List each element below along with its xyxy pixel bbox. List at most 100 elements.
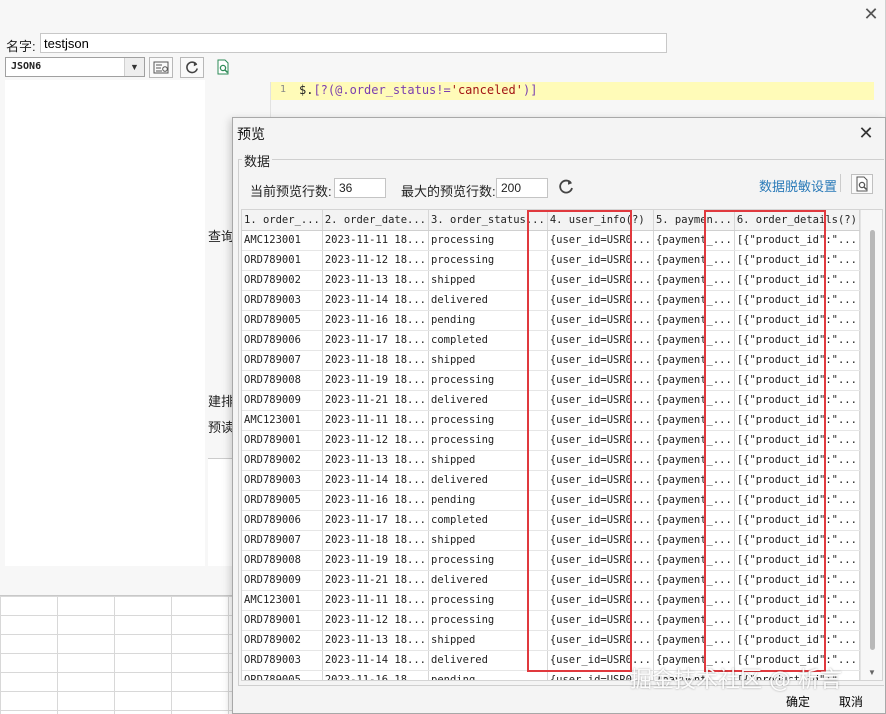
table-cell[interactable]: processing [428, 550, 548, 571]
table-cell[interactable]: ORD789008 [242, 550, 323, 571]
table-cell[interactable]: processing [428, 410, 548, 431]
table-cell[interactable]: {user_id=USR0... [547, 270, 654, 291]
type-select[interactable]: JSON6 ▼ [5, 57, 145, 77]
vertical-scrollbar[interactable]: ▼ [860, 210, 882, 680]
table-cell[interactable]: AMC123001 [242, 410, 323, 431]
table-cell[interactable]: {user_id=USR0... [547, 630, 654, 651]
table-cell[interactable]: [{"product_id":"... [734, 510, 860, 531]
table-cell[interactable]: {user_id=USR0... [547, 230, 654, 251]
table-cell[interactable]: {payment_... [653, 610, 735, 631]
table-cell[interactable]: {payment_... [653, 410, 735, 431]
scroll-down-icon[interactable]: ▼ [868, 668, 876, 677]
table-cell[interactable]: [{"product_id":"... [734, 430, 860, 451]
table-cell[interactable]: {payment_... [653, 450, 735, 471]
table-cell[interactable]: ORD789005 [242, 310, 323, 331]
table-cell[interactable]: shipped [428, 630, 548, 651]
table-cell[interactable]: {payment_... [653, 350, 735, 371]
table-cell[interactable]: 2023-11-13 18... [322, 270, 430, 291]
table-cell[interactable]: pending [428, 310, 548, 331]
table-row[interactable]: ORD789003 2023-11-14 18... delivered {user_… [242, 290, 860, 311]
table-row[interactable]: AMC123001 2023-11-11 18... processing {user… [242, 230, 860, 251]
table-cell[interactable]: [{"product_id":"... [734, 570, 860, 591]
table-row[interactable]: ORD789009 2023-11-21 18... delivered {user_… [242, 390, 860, 411]
table-cell[interactable]: {payment_... [653, 570, 735, 591]
table-cell[interactable]: {user_id=USR0... [547, 530, 654, 551]
table-cell[interactable]: 2023-11-19 18... [322, 550, 430, 571]
table-cell[interactable]: [{"product_id":"... [734, 370, 860, 391]
table-cell[interactable]: {user_id=USR0... [547, 330, 654, 351]
table-cell[interactable]: 2023-11-16 18... [322, 310, 430, 331]
table-cell[interactable]: {user_id=USR0... [547, 310, 654, 331]
table-cell[interactable]: {payment_... [653, 270, 735, 291]
column-header[interactable]: 5. paymen... [653, 210, 735, 231]
table-cell[interactable]: delivered [428, 570, 548, 591]
table-cell[interactable]: [{"product_id":"... [734, 410, 860, 431]
table-cell[interactable]: 2023-11-21 18... [322, 570, 430, 591]
data-grid[interactable]: 1. order_... 2. order_date... 3. order_sta… [241, 209, 883, 681]
table-cell[interactable]: ORD789002 [242, 630, 323, 651]
table-cell[interactable]: ORD789001 [242, 250, 323, 271]
table-cell[interactable]: {payment_... [653, 590, 735, 611]
table-cell[interactable]: [{"product_id":"... [734, 490, 860, 511]
table-cell[interactable]: {user_id=USR0... [547, 570, 654, 591]
table-cell[interactable]: {user_id=USR0... [547, 290, 654, 311]
column-header[interactable]: 3. order_status... [428, 210, 548, 231]
sql-format-button[interactable] [149, 57, 173, 78]
column-header[interactable]: 6. order_details(?) [734, 210, 860, 231]
table-cell[interactable]: 2023-11-21 18... [322, 390, 430, 411]
table-cell[interactable]: ORD789006 [242, 330, 323, 351]
table-row[interactable]: ORD789002 2023-11-13 18... shipped {user_id… [242, 450, 860, 471]
table-cell[interactable]: 2023-11-14 18... [322, 290, 430, 311]
table-cell[interactable]: {user_id=USR0... [547, 450, 654, 471]
table-cell[interactable]: completed [428, 510, 548, 531]
table-cell[interactable]: {user_id=USR0... [547, 350, 654, 371]
table-cell[interactable]: ORD789001 [242, 610, 323, 631]
table-cell[interactable]: {payment_... [653, 470, 735, 491]
table-cell[interactable]: {payment_... [653, 530, 735, 551]
table-cell[interactable]: pending [428, 670, 548, 680]
table-cell[interactable]: processing [428, 610, 548, 631]
table-row[interactable]: ORD789002 2023-11-13 18... shipped {user_id… [242, 270, 860, 291]
table-row[interactable]: ORD789007 2023-11-18 18... shipped {user_id… [242, 530, 860, 551]
table-cell[interactable]: delivered [428, 470, 548, 491]
table-row[interactable]: AMC123001 2023-11-11 18... processing {user… [242, 410, 860, 431]
table-cell[interactable]: [{"product_id":"... [734, 550, 860, 571]
table-cell[interactable]: [{"product_id":"... [734, 530, 860, 551]
table-cell[interactable]: {user_id=USR0... [547, 410, 654, 431]
table-cell[interactable]: [{"product_id":"... [734, 390, 860, 411]
table-cell[interactable]: 2023-11-17 18... [322, 330, 430, 351]
table-cell[interactable]: ORD789001 [242, 430, 323, 451]
close-icon[interactable]: ✕ [860, 4, 882, 26]
table-cell[interactable]: {payment_... [653, 250, 735, 271]
table-cell[interactable]: ORD789002 [242, 270, 323, 291]
table-cell[interactable]: {payment_... [653, 390, 735, 411]
table-cell[interactable]: {payment_... [653, 430, 735, 451]
table-cell[interactable]: 2023-11-13 18... [322, 450, 430, 471]
table-cell[interactable]: 2023-11-16 18... [322, 670, 430, 680]
refresh-button[interactable] [180, 57, 204, 78]
column-header[interactable]: 1. order_... [242, 210, 323, 231]
table-cell[interactable]: ORD789005 [242, 490, 323, 511]
table-cell[interactable]: 2023-11-14 18... [322, 650, 430, 671]
table-cell[interactable]: processing [428, 370, 548, 391]
table-cell[interactable]: AMC123001 [242, 230, 323, 251]
ok-button[interactable]: 确定 [778, 693, 818, 711]
table-cell[interactable]: [{"product_id":"... [734, 610, 860, 631]
table-cell[interactable]: AMC123001 [242, 590, 323, 611]
table-cell[interactable]: ORD789003 [242, 650, 323, 671]
table-cell[interactable]: processing [428, 230, 548, 251]
preview-button[interactable] [211, 57, 235, 78]
table-cell[interactable]: shipped [428, 530, 548, 551]
table-cell[interactable]: delivered [428, 290, 548, 311]
max-rows-input[interactable]: 200 [496, 178, 548, 198]
table-cell[interactable]: [{"product_id":"... [734, 590, 860, 611]
column-header[interactable]: 4. user_info(?) [547, 210, 654, 231]
table-cell[interactable]: 2023-11-18 18... [322, 530, 430, 551]
scrollbar-thumb[interactable] [870, 230, 875, 650]
table-cell[interactable]: delivered [428, 650, 548, 671]
table-cell[interactable]: 2023-11-18 18... [322, 350, 430, 371]
table-cell[interactable]: {user_id=USR0... [547, 550, 654, 571]
table-cell[interactable]: shipped [428, 350, 548, 371]
table-cell[interactable]: {user_id=USR0... [547, 430, 654, 451]
table-cell[interactable]: ORD789006 [242, 510, 323, 531]
